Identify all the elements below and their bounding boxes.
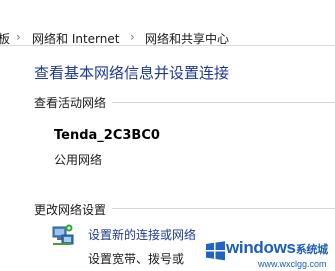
setup-new-connection-description: 设置宽带、拨号或 [88, 252, 185, 266]
windows-logo-icon [206, 241, 225, 261]
watermark-brand-en: windows [226, 238, 296, 257]
breadcrumb-item-network-sharing-center[interactable]: 网络和共享中心 [145, 30, 229, 47]
breadcrumb-separator-icon: › [130, 30, 135, 44]
active-networks-heading: 查看活动网络 [34, 96, 107, 110]
new-connection-icon[interactable] [50, 224, 76, 248]
watermark-url: www.wxclgg.com [258, 259, 327, 269]
breadcrumb: 板 › 网络和 Internet › 网络和共享中心 [0, 0, 335, 46]
watermark-logo: windows系统城 www.wxclgg.com [202, 236, 335, 271]
change-settings-heading: 更改网络设置 [34, 203, 107, 217]
watermark-brand: windows系统城 [226, 238, 328, 258]
section-divider [112, 208, 335, 209]
setup-new-connection-link[interactable]: 设置新的连接或网络 [88, 226, 196, 243]
breadcrumb-separator-icon: › [16, 30, 21, 44]
network-type: 公用网络 [54, 153, 103, 167]
network-name: Tenda_2C3BC0 [54, 128, 160, 143]
watermark-brand-cn: 系统城 [295, 243, 328, 256]
breadcrumb-item-network-internet[interactable]: 网络和 Internet [32, 30, 119, 47]
section-divider [112, 102, 335, 103]
breadcrumb-item-desktop[interactable]: 板 [0, 30, 10, 47]
page-title: 查看基本网络信息并设置连接 [34, 64, 230, 82]
